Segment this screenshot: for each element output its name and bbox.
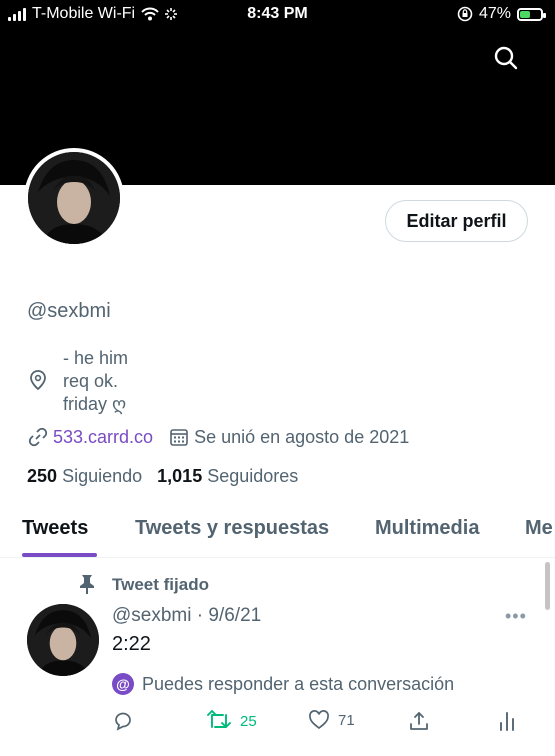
- at-icon: @: [112, 673, 134, 695]
- profile-meta: 533.carrd.co Se unió en agosto de 2021: [27, 426, 409, 448]
- bio-line: req ok.: [63, 371, 119, 391]
- active-tab-indicator: [22, 553, 97, 557]
- analytics-button[interactable]: [498, 710, 524, 732]
- retweet-count: 25: [240, 712, 257, 730]
- reply-restriction: @ Puedes responder a esta conversación: [112, 673, 454, 695]
- retweet-button[interactable]: 25: [206, 710, 257, 732]
- location-pin-icon: [30, 370, 46, 391]
- heart-icon: [309, 710, 329, 730]
- bio-line: - he him: [63, 348, 129, 368]
- reply-restriction-text: Puedes responder a esta conversación: [142, 673, 455, 694]
- profile-handle: @sexbmi: [27, 300, 111, 322]
- profile-tabs: Tweets Tweets y respuestas Multimedia Me…: [0, 505, 555, 558]
- tab-likes[interactable]: Me gusta: [525, 517, 555, 540]
- more-options-button[interactable]: •••: [505, 606, 527, 627]
- pinned-label: Tweet fijado: [112, 575, 209, 594]
- battery-percent: 47%: [478, 5, 511, 22]
- scrollbar[interactable]: [545, 562, 550, 610]
- like-button[interactable]: 71: [308, 710, 355, 730]
- share-icon: [410, 712, 428, 730]
- profile-link[interactable]: 533.carrd.co: [53, 427, 153, 448]
- reply-icon: [115, 712, 131, 731]
- tab-media[interactable]: Multimedia: [375, 517, 479, 540]
- retweet-icon: [207, 710, 231, 728]
- following-link[interactable]: 250 Siguiendo: [27, 466, 142, 486]
- bio-line: friday ღ: [63, 394, 127, 414]
- rotation-lock-icon: [457, 6, 473, 22]
- search-icon: [494, 46, 518, 70]
- profile-bio: - he him req ok. friday ღ: [63, 347, 128, 416]
- tweet-text: 2:22: [112, 633, 151, 655]
- like-count: 71: [338, 711, 355, 729]
- pin-icon: [80, 575, 94, 594]
- tweet-handle[interactable]: @sexbmi: [112, 605, 191, 626]
- status-bar: T-Mobile Wi-Fi 8:43 PM 47%: [0, 0, 555, 30]
- following-label: Siguiendo: [62, 466, 143, 486]
- share-button[interactable]: [408, 710, 438, 732]
- analytics-icon: [500, 712, 514, 731]
- search-button[interactable]: [490, 42, 522, 74]
- edit-profile-button[interactable]: Editar perfil: [385, 200, 528, 242]
- tweet-avatar[interactable]: [27, 604, 99, 676]
- followers-count: 1,015: [157, 466, 203, 486]
- tweet-actions: 25 71: [112, 710, 522, 736]
- tab-tweets-replies[interactable]: Tweets y respuestas: [135, 517, 329, 540]
- link-icon: [28, 427, 48, 447]
- follow-stats: 250 Siguiendo 1,015 Seguidores: [27, 466, 298, 487]
- tweet-separator: ·: [191, 605, 209, 626]
- followers-label: Seguidores: [207, 466, 299, 486]
- battery-icon: [517, 7, 546, 21]
- joined-date: Se unió en agosto de 2021: [194, 426, 410, 447]
- profile-avatar[interactable]: [24, 148, 124, 248]
- tweet-date[interactable]: 9/6/21: [208, 605, 261, 626]
- calendar-icon: [170, 429, 188, 446]
- tweet-header: @sexbmi · 9/6/21: [112, 605, 261, 627]
- following-count: 250: [27, 466, 58, 486]
- followers-link[interactable]: 1,015 Seguidores: [157, 466, 298, 486]
- tab-tweets[interactable]: Tweets: [22, 517, 88, 540]
- reply-button[interactable]: [112, 710, 142, 732]
